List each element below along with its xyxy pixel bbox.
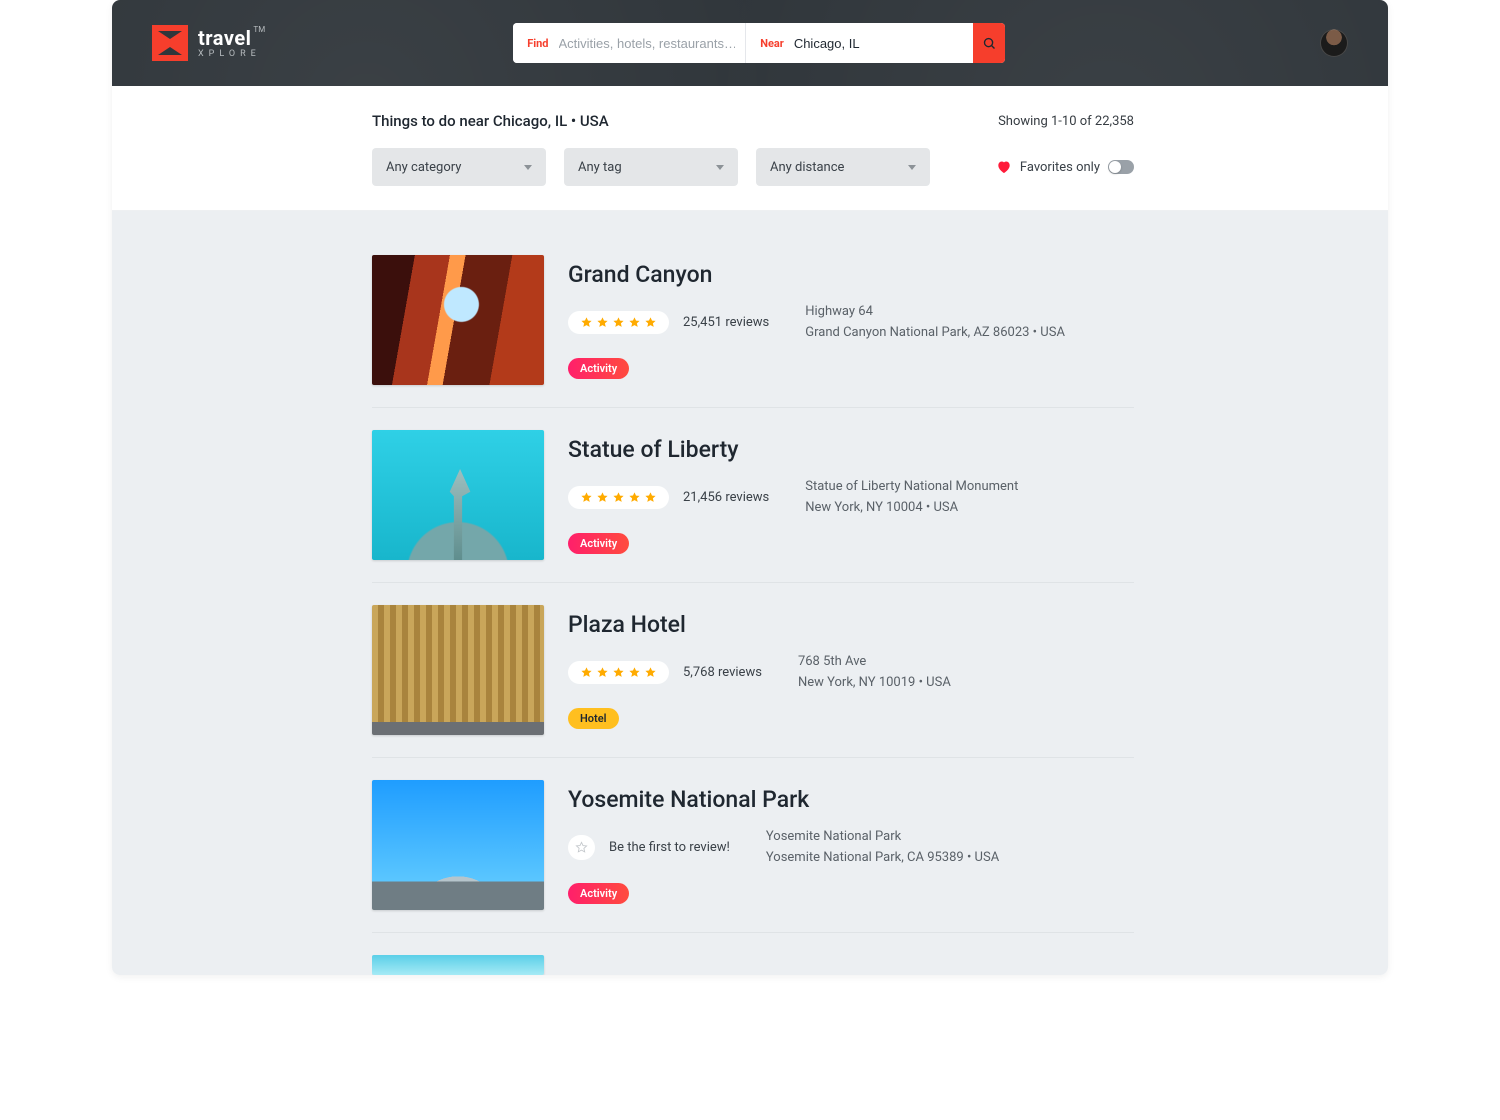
result-tag: Activity [568,358,629,379]
star-icon [628,491,641,504]
star-icon [580,491,593,504]
result-address: Highway 64 Grand Canyon National Park, A… [805,302,1065,344]
star-rating [568,661,669,684]
star-icon [612,666,625,679]
star-icon [580,316,593,329]
star-rating [568,311,669,334]
star-icon [596,491,609,504]
search-bar: Find Near [513,23,1005,63]
filter-category-dropdown[interactable]: Any category [372,148,546,186]
star-icon [596,666,609,679]
logo-mark-icon [152,25,188,61]
filter-category-label: Any category [386,160,461,175]
star-icon [580,666,593,679]
filter-tag-label: Any tag [578,160,622,175]
page-heading: Things to do near Chicago, IL • USA [372,112,609,130]
star-rating [568,486,669,509]
chevron-down-icon [524,165,532,170]
rating-pill: Be the first to review! [568,835,730,860]
review-count: 21,456 reviews [683,490,769,505]
app-header: travelTM XPLORE Find Near [112,0,1388,86]
heart-icon [996,159,1012,175]
chevron-down-icon [716,165,724,170]
filter-band: Things to do near Chicago, IL • USA Show… [112,86,1388,211]
result-thumbnail[interactable] [372,605,544,735]
filter-distance-dropdown[interactable]: Any distance [756,148,930,186]
result-thumbnail[interactable] [372,255,544,385]
star-icon [644,666,657,679]
result-thumbnail[interactable] [372,430,544,560]
result-tag: Activity [568,883,629,904]
chevron-down-icon [908,165,916,170]
result-thumbnail[interactable] [372,955,544,975]
favorites-only-control: Favorites only [996,159,1134,175]
user-avatar[interactable] [1320,29,1348,57]
result-card[interactable]: Grand Canyon 25,451 reviews Highway 64 G… [372,255,1134,408]
star-icon [612,316,625,329]
star-icon [644,491,657,504]
star-icon [612,491,625,504]
result-card[interactable]: Plaza Hotel 5,768 reviews 768 5th Ave Ne… [372,605,1134,758]
result-card[interactable]: Statue of Liberty 21,456 reviews Statue … [372,430,1134,583]
rating-pill: 5,768 reviews [568,661,762,684]
star-icon [628,666,641,679]
find-label: Find [527,37,548,50]
result-thumbnail[interactable] [372,780,544,910]
result-card[interactable] [372,955,1134,975]
star-icon [575,841,588,854]
result-title[interactable]: Yosemite National Park [568,786,1134,813]
rating-pill: 21,456 reviews [568,486,769,509]
brand-main: travel [198,28,251,48]
search-find-segment[interactable]: Find [513,23,745,63]
search-button[interactable] [973,23,1005,63]
result-card[interactable]: Yosemite National Park Be the first to r… [372,780,1134,933]
filter-distance-label: Any distance [770,160,844,175]
brand-logo[interactable]: travelTM XPLORE [152,25,263,61]
result-address: Statue of Liberty National Monument New … [805,477,1018,519]
star-rating-empty [568,835,595,860]
star-icon [628,316,641,329]
result-title[interactable]: Statue of Liberty [568,436,1134,463]
near-input[interactable] [794,36,970,51]
brand-tm: TM [253,25,265,34]
review-count: Be the first to review! [609,840,730,855]
search-near-segment[interactable]: Near [745,23,973,63]
result-address: 768 5th Ave New York, NY 10019 • USA [798,652,951,694]
star-icon [596,316,609,329]
rating-pill: 25,451 reviews [568,311,769,334]
review-count: 25,451 reviews [683,315,769,330]
filter-tag-dropdown[interactable]: Any tag [564,148,738,186]
near-label: Near [760,37,784,50]
star-icon [644,316,657,329]
find-input[interactable] [559,36,735,51]
result-tag: Hotel [568,708,619,729]
favorites-label: Favorites only [1020,160,1100,175]
result-title[interactable]: Grand Canyon [568,261,1134,288]
result-title[interactable]: Plaza Hotel [568,611,1134,638]
favorites-toggle[interactable] [1108,160,1134,174]
review-count: 5,768 reviews [683,665,762,680]
result-tag: Activity [568,533,629,554]
brand-subtext: XPLORE [198,50,263,59]
result-address: Yosemite National Park Yosemite National… [766,827,999,869]
result-count: Showing 1-10 of 22,358 [998,114,1134,129]
search-icon [982,36,997,51]
results-panel: Grand Canyon 25,451 reviews Highway 64 G… [112,211,1388,975]
